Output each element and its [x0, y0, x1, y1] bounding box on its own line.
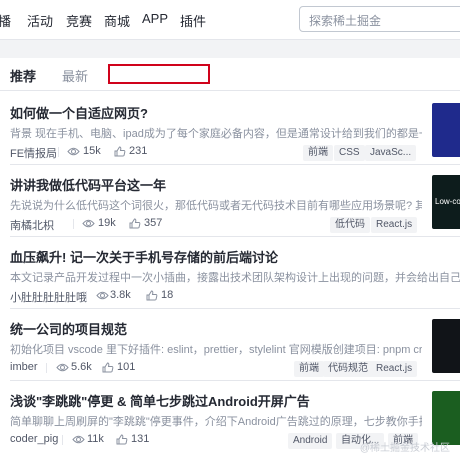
eye-icon: [82, 219, 95, 228]
thumbs-up-icon[interactable]: [146, 290, 158, 301]
annotation-highlight-box: [108, 64, 210, 84]
article-title[interactable]: 统一公司的项目规范: [10, 319, 420, 338]
like-count: 18: [161, 289, 174, 301]
article-meta: 南橘北枳 19k 357 低代码 React.js: [10, 217, 430, 233]
meta-divider: [58, 147, 59, 157]
article-author[interactable]: FE情报局: [10, 145, 57, 161]
article-thumbnail[interactable]: [432, 391, 460, 445]
article-tag[interactable]: 低代码: [330, 217, 370, 233]
feed-tabs: 推荐 最新: [0, 58, 460, 91]
article-thumbnail[interactable]: Low-code: [432, 175, 460, 229]
like-count: 131: [131, 433, 150, 445]
article-item[interactable]: 统一公司的项目规范 初始化项目 vscode 里下好插件: eslint，pre…: [0, 309, 460, 381]
article-tag[interactable]: CSS: [334, 145, 365, 161]
thumbs-up-icon[interactable]: [129, 218, 141, 229]
article-title[interactable]: 浅谈"李跳跳"停更 & 简单七步跳过Android开屏广告: [10, 391, 420, 410]
article-meta: FE情报局 15k 231 前端 CSS JavaSc...: [10, 145, 430, 161]
eye-icon: [67, 147, 80, 156]
top-navigation-bar: 播 活动 竞赛 商城 APP 插件 探索稀土掘金: [0, 0, 460, 40]
article-tag[interactable]: React.js: [371, 217, 418, 233]
article-tag[interactable]: Android: [288, 433, 333, 449]
view-count: 5.6k: [71, 361, 92, 373]
article-feed: 推荐 最新 如何做一个自适应网页? 背景 现在手机、电脑、ipad成为了每个家庭…: [0, 58, 460, 460]
view-count: 19k: [98, 217, 116, 229]
nav-item-live[interactable]: 播: [0, 11, 11, 30]
nav-item-app[interactable]: APP: [142, 11, 168, 26]
view-count: 15k: [83, 145, 101, 157]
thumbs-up-icon[interactable]: [114, 146, 126, 157]
article-author[interactable]: 南橘北枳: [10, 217, 54, 233]
nav-item-events[interactable]: 活动: [27, 11, 53, 30]
meta-divider: [62, 435, 63, 445]
view-count: 11k: [87, 433, 104, 445]
article-meta: 小肚肚肚肚肚哦 3.8k 18: [10, 289, 430, 305]
thumbs-up-icon[interactable]: [116, 434, 128, 445]
article-tag[interactable]: React.js: [371, 361, 418, 377]
article-item[interactable]: 如何做一个自适应网页? 背景 现在手机、电脑、ipad成为了每个家庭必备内容，但…: [0, 93, 460, 165]
article-thumbnail[interactable]: [432, 319, 460, 373]
thumbnail-caption: Low-code: [435, 197, 460, 206]
article-excerpt: 先说说为什么低代码这个词很火，那低代码或者无代码技术目前有哪些应用场景呢? 其底…: [10, 200, 422, 212]
article-item[interactable]: 血压飙升! 记一次关于手机号存储的前后端讨论 本文记录产品开发过程中一次小插曲，…: [0, 237, 460, 309]
nav-item-plugins[interactable]: 插件: [180, 11, 206, 30]
watermark: @稀土掘金技术社区: [359, 443, 450, 454]
meta-divider: [73, 219, 74, 229]
article-excerpt: 简单聊聊上周刷屏的"李跳跳"停更事件，介绍下Android广告跳过的原理，七步教…: [10, 416, 422, 428]
like-count: 357: [144, 217, 163, 229]
article-tag[interactable]: 代码规范: [323, 361, 373, 377]
meta-divider: [86, 291, 87, 301]
article-tag[interactable]: 前端: [303, 145, 333, 161]
article-excerpt: 背景 现在手机、电脑、ipad成为了每个家庭必备内容，但是通常设计给到我们的都是…: [10, 128, 422, 140]
article-meta: imber 5.6k 101 前端 代码规范 React.js: [10, 361, 430, 377]
search-box[interactable]: 探索稀土掘金: [299, 6, 460, 32]
like-count: 101: [117, 361, 136, 373]
article-item[interactable]: 讲讲我做低代码平台这一年 先说说为什么低代码这个词很火，那低代码或者无代码技术目…: [0, 165, 460, 237]
view-count: 3.8k: [110, 289, 131, 301]
tab-recommend[interactable]: 推荐: [10, 66, 36, 85]
article-excerpt: 初始化项目 vscode 里下好插件: eslint，prettier，styl…: [10, 344, 422, 356]
article-thumbnail[interactable]: [432, 103, 460, 157]
meta-divider: [46, 363, 47, 373]
eye-icon: [72, 435, 85, 444]
article-tag[interactable]: 前端: [294, 361, 324, 377]
tab-latest[interactable]: 最新: [62, 66, 88, 85]
eye-icon: [56, 363, 69, 372]
eye-icon: [96, 291, 109, 300]
article-excerpt: 本文记录产品开发过程中一次小插曲，接露出技术团队架构设计上出现的问题，并会给出自…: [10, 272, 460, 284]
article-author[interactable]: imber: [10, 361, 38, 373]
nav-item-shop[interactable]: 商城: [104, 11, 130, 30]
article-author[interactable]: coder_pig: [10, 433, 58, 445]
article-tag[interactable]: JavaSc...: [365, 145, 417, 161]
article-title[interactable]: 如何做一个自适应网页?: [10, 103, 420, 122]
thumbs-up-icon[interactable]: [102, 362, 114, 373]
like-count: 231: [129, 145, 148, 157]
nav-item-competitions[interactable]: 竞赛: [66, 11, 92, 30]
search-input[interactable]: 探索稀土掘金: [309, 12, 381, 29]
article-author[interactable]: 小肚肚肚肚肚哦: [10, 289, 87, 305]
article-title[interactable]: 讲讲我做低代码平台这一年: [10, 175, 420, 194]
article-title[interactable]: 血压飙升! 记一次关于手机号存储的前后端讨论: [10, 247, 420, 266]
